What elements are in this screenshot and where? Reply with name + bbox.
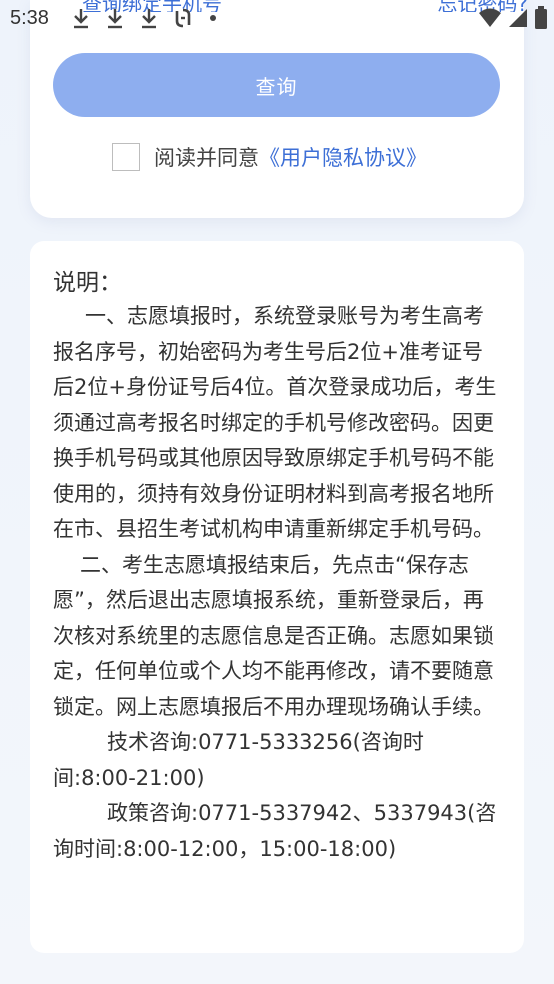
- battery-icon: [535, 6, 547, 29]
- notification-icons: [70, 6, 216, 30]
- status-bar: 5:38: [0, 0, 554, 38]
- more-notifications-dot-icon: [210, 15, 216, 21]
- instructions-body: 一、志愿填报时，系统登录账号为考生高考报名序号，初始密码为考生号后2位+准考证号…: [53, 299, 503, 867]
- agree-checkbox[interactable]: [112, 143, 140, 171]
- system-icons: [478, 6, 548, 30]
- instruction-paragraph-1: 一、志愿填报时，系统登录账号为考生高考报名序号，初始密码为考生号后2位+准考证号…: [53, 304, 497, 541]
- sync-app-icon: [175, 8, 191, 28]
- instruction-paragraph-2: 二、考生志愿填报结束后，先点击“保存志愿”，然后退出志愿填报系统，重新登录后，再…: [53, 552, 494, 719]
- signal-icon: [509, 9, 527, 27]
- download-icon: [108, 9, 122, 29]
- download-icon: [142, 9, 156, 29]
- instructions-title: 说明：: [53, 270, 122, 296]
- agree-text: 阅读并同意: [154, 146, 259, 170]
- download-icon: [74, 9, 88, 29]
- privacy-agreement-link[interactable]: 《用户隐私协议》: [259, 142, 427, 172]
- agreement-row: 阅读并同意 《用户隐私协议》: [112, 142, 427, 172]
- wifi-icon: [479, 8, 501, 27]
- status-time: 5:38: [10, 7, 49, 29]
- tech-consult-info: 技术咨询:0771-5333256(咨询时间:8:00-21:00): [53, 730, 424, 790]
- policy-consult-info: 政策咨询:0771-5337942、5337943(咨询时间:8:00-12:0…: [53, 801, 497, 861]
- instructions-card: 说明： 一、志愿填报时，系统登录账号为考生高考报名序号，初始密码为考生号后2位+…: [30, 241, 524, 953]
- query-button[interactable]: 查询: [53, 53, 500, 117]
